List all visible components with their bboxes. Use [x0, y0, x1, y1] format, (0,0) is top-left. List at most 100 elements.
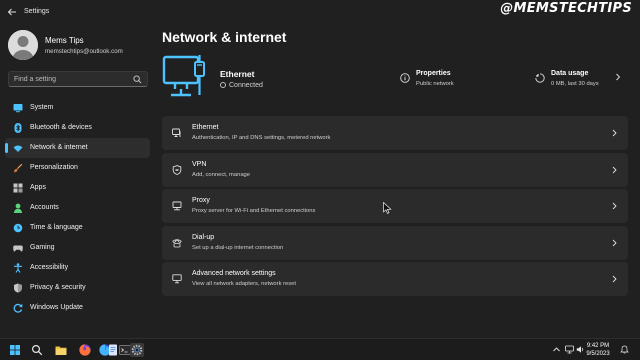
globe-icon	[220, 82, 226, 88]
watermark-text: @MEMSTECHTIPS	[500, 1, 632, 16]
chevron-up-icon[interactable]	[552, 345, 561, 354]
card-title: VPN	[192, 160, 207, 168]
search-icon	[31, 344, 43, 356]
sidebar-item-label: Time & language	[30, 224, 83, 231]
chevron-right-icon	[612, 166, 617, 173]
card-advanced-network-settings[interactable]: Advanced network settings View all netwo…	[162, 262, 628, 296]
ethernet-pc-illustration-icon	[162, 55, 205, 97]
sidebar-item-privacy[interactable]: Privacy & security	[5, 278, 150, 298]
sidebar-item-accounts[interactable]: Accounts	[5, 198, 150, 218]
sidebar-item-label: Gaming	[30, 244, 55, 251]
sidebar-item-apps[interactable]: Apps	[5, 178, 150, 198]
sidebar-item-label: Personalization	[30, 164, 78, 171]
connection-status: Connected	[220, 82, 263, 89]
data-usage-title: Data usage	[551, 70, 589, 77]
system-icon	[13, 104, 23, 113]
sidebar-item-accessibility[interactable]: Accessibility	[5, 258, 150, 278]
sidebar-item-system[interactable]: System	[5, 98, 150, 118]
card-subtitle: View all network adapters, network reset	[192, 281, 296, 287]
card-subtitle: Proxy server for Wi-Fi and Ethernet conn…	[192, 208, 316, 214]
sidebar-item-network[interactable]: Network & internet	[5, 138, 150, 158]
chevron-right-icon	[612, 202, 617, 210]
taskbar-clock[interactable]: 9:42 PM 9/5/2023	[580, 342, 616, 358]
card-title: Dial-up	[192, 233, 215, 241]
network-tray-icon[interactable]	[565, 345, 574, 354]
sidebar-item-label: Accounts	[30, 204, 59, 211]
profile-email: memstechtips@outlook.com	[45, 48, 123, 55]
card-ethernet[interactable]: Ethernet Authentication, IP and DNS sett…	[162, 116, 628, 150]
data-usage-subtitle: 0 MB, last 30 days	[551, 81, 599, 87]
profile-name: Mems Tips	[45, 36, 84, 45]
search-input[interactable]: Find a setting	[8, 71, 148, 87]
info-icon	[400, 73, 410, 83]
vpn-shield-icon	[172, 164, 182, 175]
accessibility-icon	[14, 263, 22, 273]
firefox-icon	[79, 344, 91, 356]
controller-icon	[13, 245, 23, 252]
card-title: Advanced network settings	[192, 270, 276, 277]
avatar[interactable]	[8, 30, 38, 60]
start-button[interactable]	[8, 343, 22, 357]
card-subtitle: Authentication, IP and DNS settings, met…	[192, 135, 331, 141]
clock-time: 9:42 PM	[586, 343, 610, 349]
sidebar-item-label: Network & internet	[30, 144, 88, 151]
card-subtitle: Add, connect, manage	[192, 171, 251, 178]
card-dial-up[interactable]: Dial-up Set up a dial-up internet connec…	[162, 225, 628, 260]
properties-title: Properties	[416, 70, 451, 77]
proxy-icon	[172, 201, 182, 211]
chevron-right-icon[interactable]	[615, 73, 621, 81]
title-bar: Settings @MEMSTECHTIPS	[0, 0, 640, 24]
sidebar-item-label: Bluetooth & devices	[30, 124, 92, 131]
taskbar-firefox[interactable]	[78, 343, 92, 357]
sidebar: Mems Tips memstechtips@outlook.com Find …	[0, 24, 156, 336]
card-vpn[interactable]: VPN Add, connect, manage	[162, 152, 628, 187]
window-title: Settings	[24, 8, 50, 15]
data-usage-chart-icon	[535, 73, 545, 83]
settings-icon	[131, 344, 143, 356]
user-profile[interactable]: Mems Tips memstechtips@outlook.com	[8, 30, 153, 62]
apps-icon	[13, 183, 23, 193]
card-title: Proxy	[192, 197, 210, 204]
notification-icon[interactable]	[620, 345, 629, 354]
sidebar-item-gaming[interactable]: Gaming	[5, 238, 150, 258]
network-pc-icon	[172, 274, 182, 284]
ethernet-icon	[172, 128, 181, 137]
page-title: Network & internet	[162, 29, 287, 45]
sidebar-item-personalization[interactable]: Personalization	[5, 158, 150, 178]
settings-cards: Ethernet Authentication, IP and DNS sett…	[162, 116, 628, 299]
brush-icon	[14, 163, 23, 173]
sidebar-item-windows-update[interactable]: Windows Update	[5, 298, 150, 318]
sidebar-nav: System Bluetooth & devices Network & int…	[5, 98, 150, 318]
chevron-right-icon	[612, 129, 617, 137]
sidebar-item-time-language[interactable]: Time & language	[5, 218, 150, 238]
card-title: Ethernet	[192, 124, 219, 131]
avatar-person-icon	[8, 30, 38, 60]
clock-date: 9/5/2023	[586, 351, 610, 357]
connection-title: Ethernet	[220, 69, 255, 79]
sidebar-item-label: Windows Update	[30, 304, 83, 311]
taskbar-settings[interactable]	[130, 343, 144, 357]
connection-summary: Ethernet Connected Properties Public net…	[162, 54, 628, 102]
search-placeholder: Find a setting	[14, 76, 57, 83]
chevron-right-icon	[612, 275, 617, 283]
start-icon	[10, 345, 20, 355]
sidebar-item-label: Accessibility	[30, 264, 69, 271]
sidebar-item-label: Privacy & security	[30, 284, 86, 291]
card-subtitle: Set up a dial-up internet connection	[192, 244, 284, 251]
connection-status-text: Connected	[229, 82, 263, 89]
dialup-icon	[172, 238, 182, 247]
sidebar-item-label: Apps	[30, 184, 46, 191]
card-proxy[interactable]: Proxy Proxy server for Wi-Fi and Etherne…	[162, 189, 628, 223]
file-explorer-icon	[55, 346, 67, 355]
taskbar-file-explorer[interactable]	[54, 343, 68, 357]
person-icon	[13, 203, 23, 213]
wifi-icon	[13, 145, 23, 152]
taskbar-search-button[interactable]	[30, 343, 44, 357]
globe-clock-icon	[13, 223, 23, 233]
taskbar: 9:42 PM 9/5/2023	[0, 338, 640, 360]
sidebar-item-label: System	[30, 104, 54, 111]
bluetooth-icon	[14, 123, 22, 133]
back-arrow-icon[interactable]	[6, 6, 18, 18]
search-icon[interactable]	[133, 75, 142, 84]
sidebar-item-bluetooth[interactable]: Bluetooth & devices	[5, 118, 150, 138]
